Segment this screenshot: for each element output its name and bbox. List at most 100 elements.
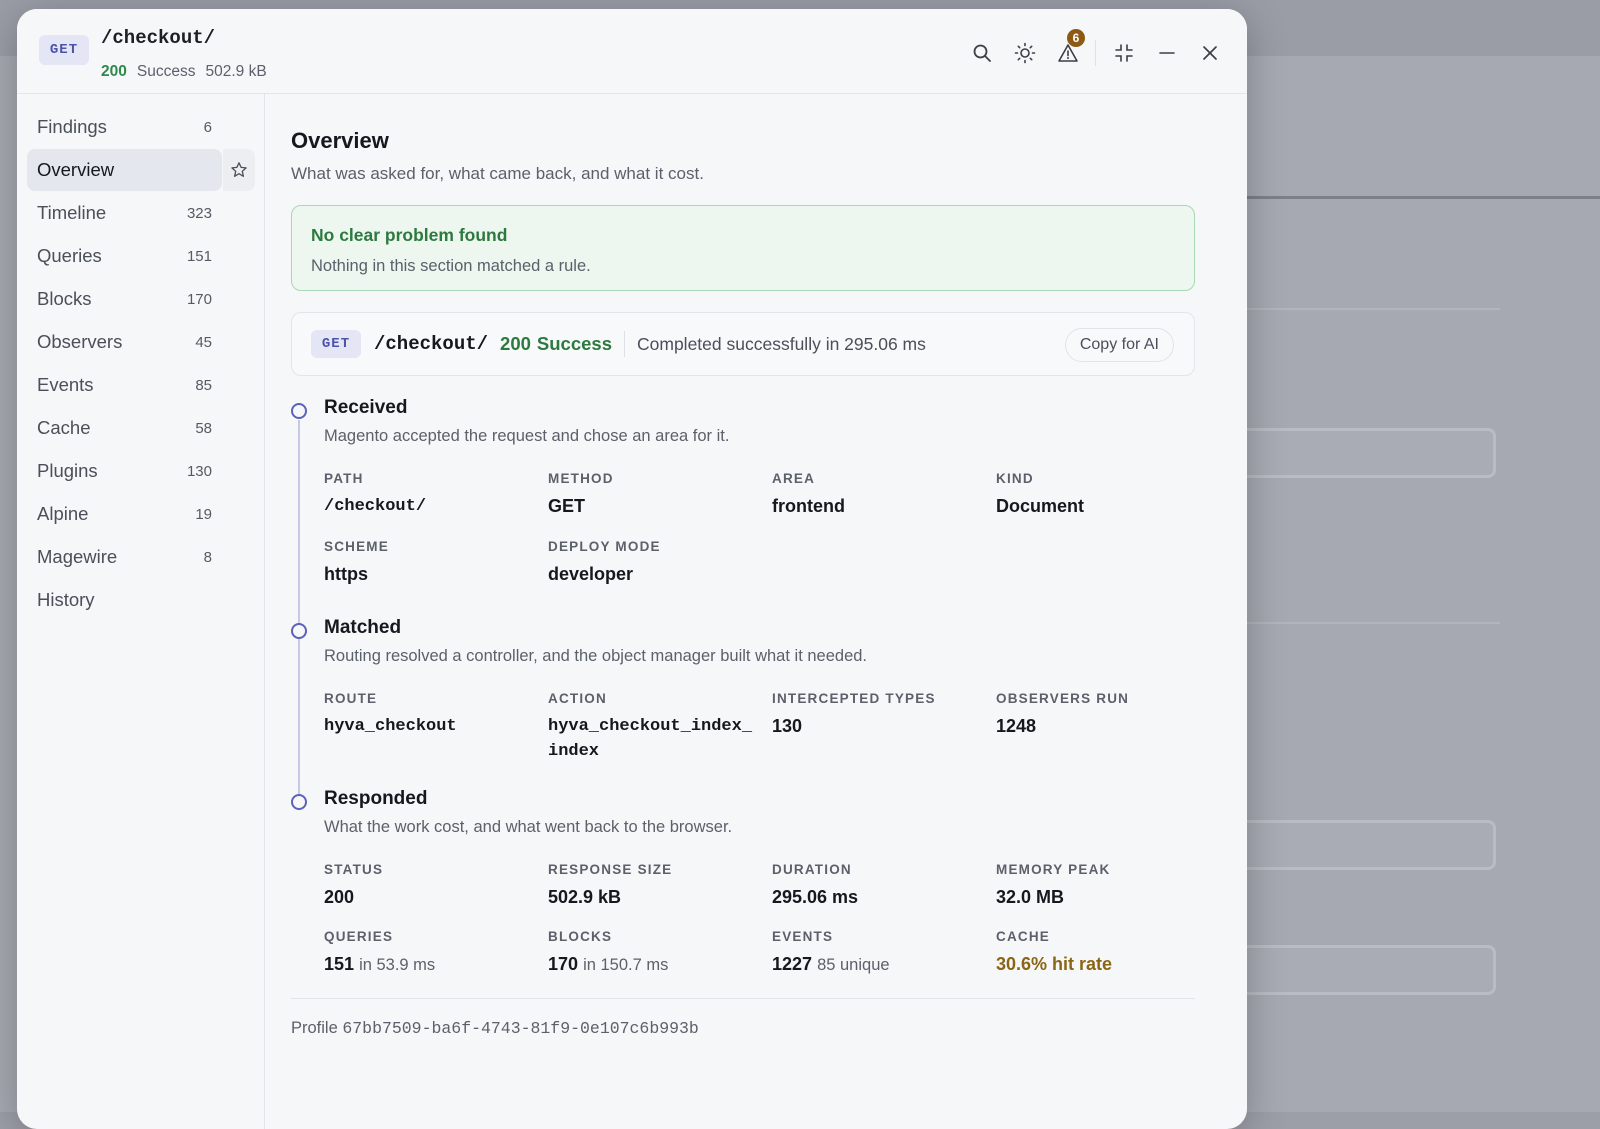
status-text: Success [136,63,196,80]
alert-body: Nothing in this section matched a rule. [311,257,591,275]
page-title: Overview [291,128,389,153]
profile-label: Profile [291,1019,338,1037]
warnings-count-badge: 6 [1067,29,1085,47]
step-responded-desc: What the work cost, and what went back t… [324,818,733,836]
field-label: AREA [772,471,816,486]
sidebar-item-label: Observers [37,331,123,352]
sidebar-item-history[interactable]: History [27,579,222,621]
field-value: 1248 [996,716,1037,736]
sidebar-item-timeline[interactable]: Timeline 323 [27,192,222,234]
sidebar-item-count: 6 [203,118,212,136]
sidebar-item-plugins[interactable]: Plugins 130 [27,450,222,492]
field-label: RESPONSE SIZE [548,862,673,877]
field-area: AREA frontend [772,471,982,519]
field-events: EVENTS 1227 85 unique [772,929,982,978]
star-icon [231,162,247,177]
warnings-button[interactable]: 6 [1046,29,1089,71]
alert-title: No clear problem found [311,225,508,245]
minimize-button[interactable] [1145,35,1188,71]
field-deploy-mode: DEPLOY MODE developer [548,539,758,587]
summary-divider [624,331,625,357]
field-value: 32.0 MB [996,887,1065,907]
close-button[interactable] [1188,35,1231,71]
sidebar-item-overview[interactable]: Overview [27,149,222,191]
toolbar-divider [1095,40,1096,66]
background-rule [1230,622,1500,624]
status-code: 200 [101,63,127,80]
field-cache: CACHE 30.6% hit rate [996,929,1206,977]
sidebar-item-findings[interactable]: Findings 6 [27,106,222,148]
field-value: 502.9 kB [548,887,622,907]
events-count: 1227 [772,954,813,974]
sidebar-item-observers[interactable]: Observers 45 [27,321,222,363]
field-label: ACTION [548,691,607,706]
search-button[interactable] [960,35,1003,71]
sidebar-item-queries[interactable]: Queries 151 [27,235,222,277]
copy-for-ai-button[interactable]: Copy for AI [1064,328,1174,362]
queries-count: 151 [324,954,355,974]
method-badge: GET [311,330,361,358]
modal-header: GET /checkout/ 200 Success 502.9 kB 6 [17,9,1247,94]
overview-panel: Overview What was asked for, what came b… [265,94,1247,1129]
timeline-dot [291,623,307,639]
field-value: /checkout/ [324,497,427,516]
blocks-count: 170 [548,954,579,974]
sidebar-item-label: Findings [37,116,107,137]
field-label: OBSERVERS RUN [996,691,1130,706]
sidebar-item-label: Magewire [37,546,118,567]
sidebar-item-count: 170 [186,290,212,308]
field-value: 295.06 ms [772,887,859,907]
request-path: /checkout/ [374,333,489,355]
pin-overview-button[interactable] [223,149,255,191]
request-path: /checkout/ [101,27,216,49]
field-value: 1227 85 unique [772,952,982,978]
sidebar-item-magewire[interactable]: Magewire 8 [27,536,222,578]
field-method: METHOD GET [548,471,758,519]
field-label: INTERCEPTED TYPES [772,691,936,706]
status-text: Success [536,333,612,354]
field-label: STATUS [324,862,384,877]
sidebar-item-cache[interactable]: Cache 58 [27,407,222,449]
minimize-icon [1158,52,1175,54]
sidebar-item-count: 130 [186,462,212,480]
field-response-size: RESPONSE SIZE 502.9 kB [548,862,758,910]
field-label: QUERIES [324,929,394,944]
sidebar-item-label: Queries [37,245,102,266]
sidebar-item-label: History [37,589,95,610]
field-label: DEPLOY MODE [548,539,661,554]
field-path: PATH /checkout/ [324,471,534,519]
sidebar-item-alpine[interactable]: Alpine 19 [27,493,222,535]
response-size: 502.9 kB [205,63,267,80]
sidebar-item-label: Alpine [37,503,89,524]
blocks-time: in 150.7 ms [583,956,669,974]
field-label: BLOCKS [548,929,613,944]
step-received-desc: Magento accepted the request and chose a… [324,427,730,445]
field-value: developer [548,564,634,584]
field-value: 151 in 53.9 ms [324,952,534,978]
step-matched-title: Matched [324,617,402,638]
cache-hit-rate: 30.6% hit rate [996,954,1113,974]
sidebar-item-label: Cache [37,417,91,438]
queries-time: in 53.9 ms [359,956,436,974]
collapse-icon [1114,44,1133,62]
field-value: Document [996,496,1085,516]
profile-token: 67bb7509-ba6f-4743-81f9-0e107c6b993b [342,1019,699,1038]
sidebar-item-label: Overview [37,159,115,180]
sidebar-item-count: 151 [186,247,212,265]
field-label: ROUTE [324,691,378,706]
sidebar-nav: Findings 6 Overview Timeline 323 Queries… [17,94,265,1129]
field-value: hyva_checkout [324,717,457,736]
page-subtitle: What was asked for, what came back, and … [291,164,704,183]
sidebar-item-events[interactable]: Events 85 [27,364,222,406]
theme-toggle-button[interactable] [1003,35,1046,71]
profile-id: Profile 67bb7509-ba6f-4743-81f9-0e107c6b… [291,1019,699,1038]
sidebar-item-label: Plugins [37,460,98,481]
sidebar-item-blocks[interactable]: Blocks 170 [27,278,222,320]
collapse-button[interactable] [1102,35,1145,71]
step-received-title: Received [324,397,408,418]
sidebar-item-count: 323 [186,204,212,222]
field-label: PATH [324,471,364,486]
timeline-dot [291,403,307,419]
field-label: EVENTS [772,929,834,944]
sidebar-item-label: Blocks [37,288,92,309]
